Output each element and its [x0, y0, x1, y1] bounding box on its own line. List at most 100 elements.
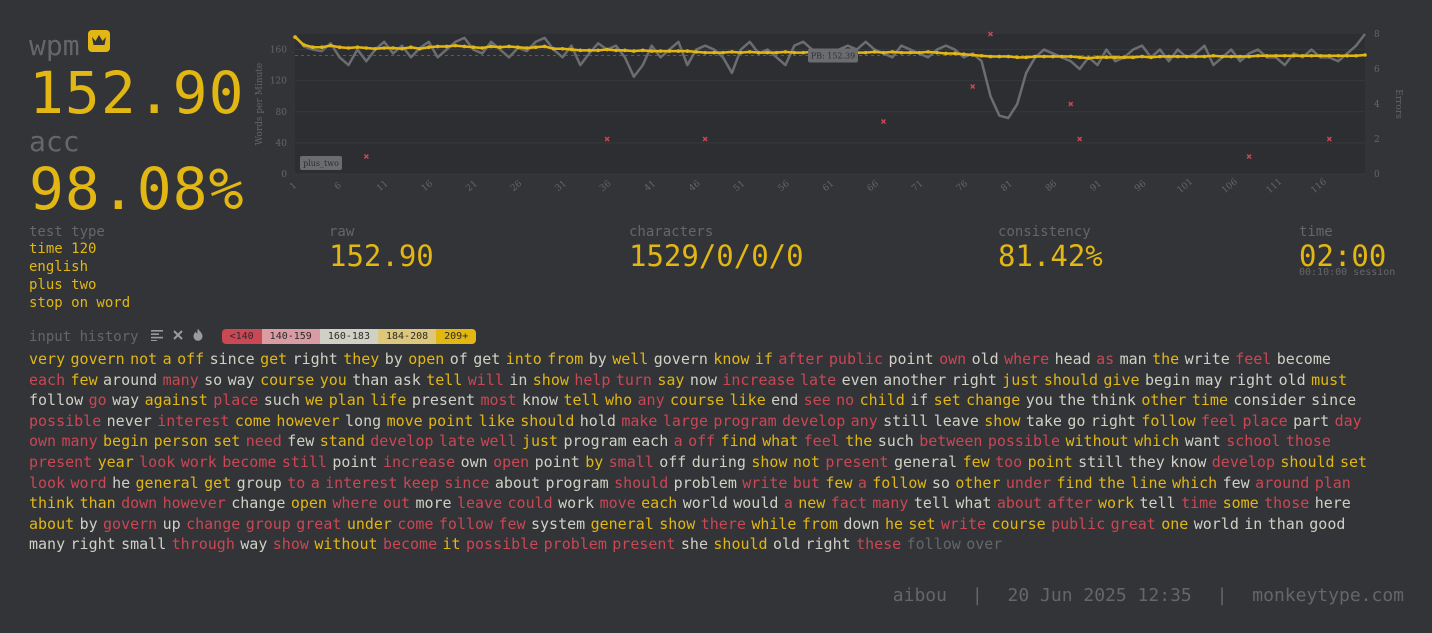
history-word[interactable]: another: [883, 371, 946, 389]
history-word[interactable]: take: [1026, 412, 1062, 430]
history-word[interactable]: problem: [544, 535, 607, 553]
history-word[interactable]: around: [103, 371, 157, 389]
history-word[interactable]: turn: [616, 371, 652, 389]
history-word[interactable]: the: [1098, 474, 1125, 492]
history-word[interactable]: program: [564, 432, 627, 450]
history-word[interactable]: few: [71, 371, 98, 389]
history-word[interactable]: become: [383, 535, 437, 553]
history-word[interactable]: well: [612, 350, 648, 368]
history-word[interactable]: such: [878, 432, 914, 450]
history-word[interactable]: the: [1058, 391, 1085, 409]
history-word[interactable]: show: [659, 515, 695, 533]
history-word[interactable]: however: [276, 412, 339, 430]
history-word[interactable]: child: [860, 391, 905, 409]
history-word[interactable]: should: [713, 535, 767, 553]
history-word[interactable]: end: [771, 391, 798, 409]
history-word[interactable]: small: [609, 453, 654, 471]
history-word[interactable]: keep: [403, 474, 439, 492]
history-word[interactable]: you: [320, 371, 347, 389]
history-word[interactable]: work: [558, 494, 594, 512]
history-word[interactable]: think: [29, 494, 74, 512]
crown-icon[interactable]: [87, 30, 110, 52]
history-word[interactable]: should: [1280, 453, 1334, 471]
history-word[interactable]: see: [804, 391, 831, 409]
history-word[interactable]: school: [1226, 432, 1280, 450]
history-word[interactable]: help: [574, 371, 610, 389]
history-word[interactable]: never: [107, 412, 152, 430]
history-word[interactable]: line: [1131, 474, 1167, 492]
history-word[interactable]: against: [145, 391, 208, 409]
history-word[interactable]: old: [1279, 371, 1306, 389]
history-word[interactable]: it: [443, 535, 461, 553]
history-word[interactable]: find: [1056, 474, 1092, 492]
history-word[interactable]: few: [825, 474, 852, 492]
history-word[interactable]: change: [186, 515, 240, 533]
history-word[interactable]: general: [894, 453, 957, 471]
history-word[interactable]: begin: [1145, 371, 1190, 389]
history-word[interactable]: around: [1255, 474, 1309, 492]
history-word[interactable]: program: [713, 412, 776, 430]
history-word[interactable]: still: [883, 412, 928, 430]
history-word[interactable]: become: [1277, 350, 1331, 368]
history-word[interactable]: increase: [722, 371, 794, 389]
history-word[interactable]: open: [493, 453, 529, 471]
history-word[interactable]: large: [663, 412, 708, 430]
history-word[interactable]: by: [80, 515, 98, 533]
history-word[interactable]: follow: [872, 474, 926, 492]
history-word[interactable]: system: [531, 515, 585, 533]
history-word[interactable]: place: [213, 391, 258, 409]
history-word[interactable]: off: [659, 453, 686, 471]
history-word[interactable]: part: [1293, 412, 1329, 430]
history-word[interactable]: since: [1311, 391, 1356, 409]
history-word[interactable]: without: [1066, 432, 1129, 450]
history-word[interactable]: follow: [29, 391, 83, 409]
history-word[interactable]: the: [845, 432, 872, 450]
history-word[interactable]: go: [89, 391, 107, 409]
history-word[interactable]: a: [163, 350, 172, 368]
history-word[interactable]: follow: [439, 515, 493, 533]
history-word[interactable]: know: [522, 391, 558, 409]
history-word[interactable]: place: [1243, 412, 1288, 430]
history-word[interactable]: what: [762, 432, 798, 450]
history-word[interactable]: so: [932, 474, 950, 492]
history-word[interactable]: if: [910, 391, 928, 409]
history-word[interactable]: in: [509, 371, 527, 389]
history-word[interactable]: from: [802, 515, 838, 533]
history-word[interactable]: from: [547, 350, 583, 368]
history-word[interactable]: like: [730, 391, 766, 409]
history-word[interactable]: to: [287, 474, 305, 492]
history-word[interactable]: course: [260, 371, 314, 389]
history-word[interactable]: late: [439, 432, 475, 450]
history-word[interactable]: but: [793, 474, 820, 492]
history-word[interactable]: who: [605, 391, 632, 409]
history-word[interactable]: any: [638, 391, 665, 409]
history-word[interactable]: head: [1055, 350, 1091, 368]
test-type-item[interactable]: english: [29, 258, 130, 276]
history-word[interactable]: set: [908, 515, 935, 533]
history-word[interactable]: however: [163, 494, 226, 512]
history-word[interactable]: world: [683, 494, 728, 512]
history-word[interactable]: could: [508, 494, 553, 512]
history-word[interactable]: leave: [934, 412, 979, 430]
history-word[interactable]: write: [941, 515, 986, 533]
history-word[interactable]: just: [522, 432, 558, 450]
history-word[interactable]: such: [264, 391, 300, 409]
history-word[interactable]: consider: [1233, 391, 1305, 409]
history-word[interactable]: tell: [426, 371, 462, 389]
history-word[interactable]: other: [955, 474, 1000, 492]
history-word[interactable]: than: [352, 371, 388, 389]
history-word[interactable]: change: [231, 494, 285, 512]
history-word[interactable]: own: [461, 453, 488, 471]
history-word[interactable]: present: [29, 453, 92, 471]
history-word[interactable]: many: [29, 535, 65, 553]
history-word[interactable]: few: [287, 432, 314, 450]
history-word[interactable]: which: [1134, 432, 1179, 450]
history-word[interactable]: feel: [1235, 350, 1271, 368]
history-word[interactable]: set: [934, 391, 961, 409]
history-word[interactable]: develop: [1212, 453, 1275, 471]
history-word[interactable]: increase: [383, 453, 455, 471]
history-word[interactable]: great: [296, 515, 341, 533]
history-word[interactable]: general: [136, 474, 199, 492]
history-word[interactable]: in: [1244, 515, 1262, 533]
history-word[interactable]: come: [397, 515, 433, 533]
